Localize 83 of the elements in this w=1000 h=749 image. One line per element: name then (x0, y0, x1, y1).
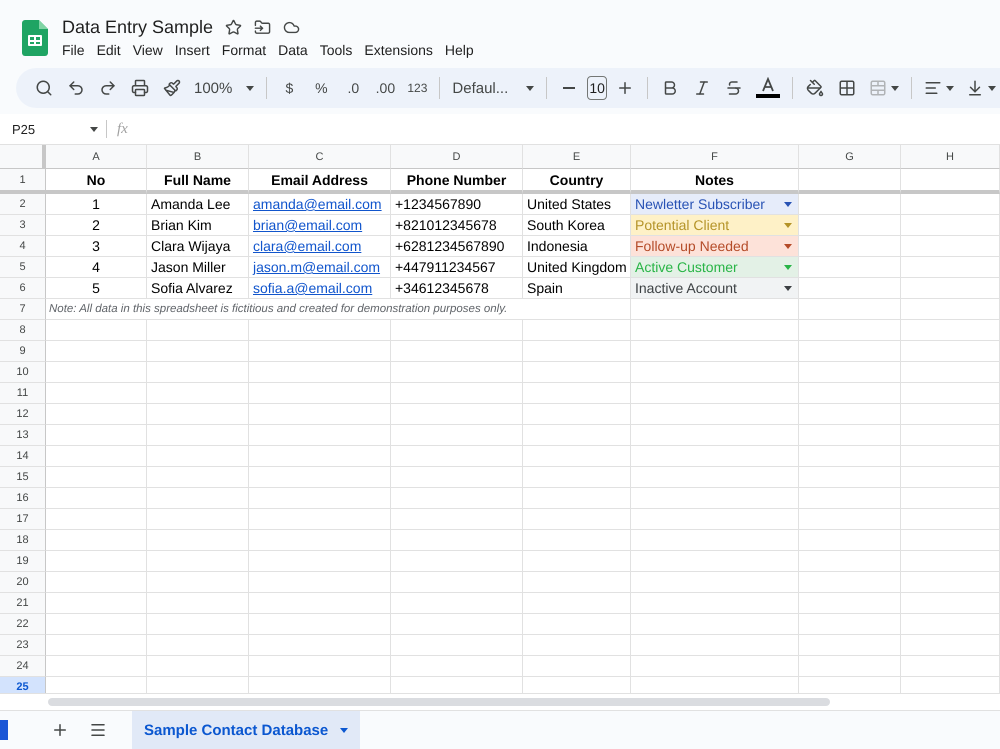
table-cell: +447911234567 (391, 257, 523, 278)
row-header[interactable]: 9 (0, 341, 46, 362)
table-cell: Country (523, 169, 631, 194)
percent-button[interactable]: % (307, 74, 336, 102)
row-header[interactable]: 19 (0, 551, 46, 572)
row-header[interactable]: 25 (0, 677, 46, 693)
table-cell: Note: All data in this spreadsheet is fictitious and created for demonstration purposes only. (46, 299, 631, 320)
menu-item[interactable]: Help (438, 40, 480, 60)
email-link[interactable]: amanda@email.com (253, 196, 382, 212)
menu-item[interactable]: Tools (314, 40, 358, 60)
table-cell: Brian Kim (147, 215, 249, 236)
column-header[interactable]: E (523, 145, 631, 169)
table-cell: +821012345678 (391, 215, 523, 236)
column-header[interactable]: B (147, 145, 249, 169)
row-header[interactable]: 4 (0, 236, 46, 257)
note-chip[interactable]: Inactive Account (631, 278, 799, 299)
row-header[interactable]: 11 (0, 383, 46, 404)
column-header[interactable]: F (631, 145, 799, 169)
table-cell: 2 (46, 215, 147, 236)
menu-item[interactable]: Insert (168, 40, 216, 60)
row-header[interactable]: 7 (0, 299, 46, 320)
document-title[interactable]: Data Entry Sample (62, 16, 214, 38)
email-link[interactable]: jason.m@email.com (253, 259, 380, 275)
table-cell: 5 (46, 278, 147, 299)
zoom-dropdown[interactable]: 100% (190, 74, 258, 102)
column-header[interactable]: A (46, 145, 147, 169)
row-header[interactable]: 12 (0, 404, 46, 425)
font-dropdown[interactable]: Defaul... (448, 74, 538, 102)
row-header[interactable]: 18 (0, 530, 46, 551)
table-cell: Phone Number (391, 169, 523, 194)
row-header[interactable]: 8 (0, 320, 46, 341)
table-cell: Amanda Lee (147, 194, 249, 215)
row-header[interactable]: 14 (0, 446, 46, 467)
menu-item[interactable]: Extensions (358, 40, 439, 60)
column-header[interactable]: G (799, 145, 901, 169)
font-size-field[interactable]: 10 (587, 76, 607, 100)
table-cell: +1234567890 (391, 194, 523, 215)
note-chip[interactable]: Follow-up Needed (631, 236, 799, 257)
increase-decimals-button[interactable]: .00 (371, 74, 400, 102)
name-box[interactable]: P25 (0, 120, 107, 138)
row-header[interactable]: 23 (0, 635, 46, 656)
menu-item[interactable]: Edit (90, 40, 127, 60)
number-format-button[interactable]: 123 (403, 74, 432, 102)
row-header[interactable]: 2 (0, 194, 46, 215)
table-cell: 3 (46, 236, 147, 257)
menu-item[interactable]: File (56, 40, 91, 60)
table-cell: Jason Miller (147, 257, 249, 278)
table-cell: Sofia Alvarez (147, 278, 249, 299)
table-cell: 1 (46, 194, 147, 215)
email-link[interactable]: sofia.a@email.com (253, 280, 372, 296)
row-header[interactable]: 21 (0, 593, 46, 614)
row-header[interactable]: 10 (0, 362, 46, 383)
currency-button[interactable]: $ (275, 74, 304, 102)
formula-label: fx (117, 120, 128, 138)
table-cell: Full Name (147, 169, 249, 194)
menu-item[interactable]: View (126, 40, 169, 60)
column-header[interactable]: C (249, 145, 391, 169)
table-cell: Clara Wijaya (147, 236, 249, 257)
menu-item[interactable]: Format (216, 40, 272, 60)
table-cell: Email Address (249, 169, 391, 194)
table-cell: No (46, 169, 147, 194)
row-header[interactable]: 3 (0, 215, 46, 236)
row-header[interactable]: 1 (0, 169, 46, 194)
row-header[interactable]: 5 (0, 257, 46, 278)
table-cell: +6281234567890 (391, 236, 523, 257)
row-header[interactable]: 13 (0, 425, 46, 446)
note-chip[interactable]: Newletter Subscriber (631, 194, 799, 215)
email-link[interactable]: brian@email.com (253, 217, 362, 233)
sheet-tab[interactable]: Sample Contact Database (132, 711, 360, 749)
row-header[interactable]: 24 (0, 656, 46, 677)
row-header[interactable]: 17 (0, 509, 46, 530)
row-header[interactable]: 15 (0, 467, 46, 488)
row-header[interactable]: 6 (0, 278, 46, 299)
row-header[interactable]: 22 (0, 614, 46, 635)
column-header[interactable]: H (901, 145, 1000, 169)
table-cell: +34612345678 (391, 278, 523, 299)
table-cell: 4 (46, 257, 147, 278)
row-header[interactable]: 16 (0, 488, 46, 509)
menu-item[interactable]: Data (272, 40, 314, 60)
row-header[interactable]: 20 (0, 572, 46, 593)
column-header[interactable]: D (391, 145, 523, 169)
email-link[interactable]: clara@email.com (253, 238, 362, 254)
decrease-decimals-button[interactable]: .0 (339, 74, 368, 102)
